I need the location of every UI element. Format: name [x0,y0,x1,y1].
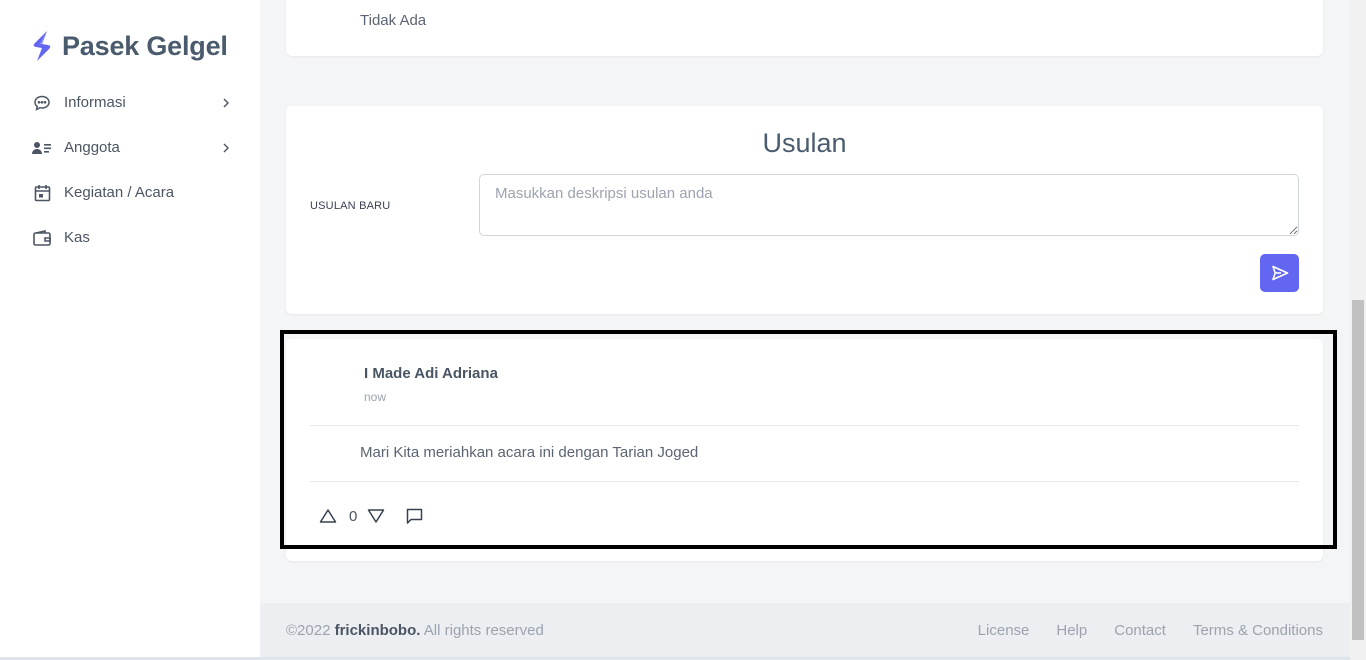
info-card: Tidak Ada [286,0,1323,56]
vote-count: 0 [349,507,358,525]
usulan-post-card: I Made Adi Adriana now Mari Kita meriahk… [286,339,1323,561]
wallet-icon [32,228,52,248]
divider [310,425,1299,426]
brand-logo-icon [33,31,51,61]
users-list-icon [32,138,52,158]
copyright-year: ©2022 [286,622,331,639]
divider [310,481,1299,482]
footer-link-help[interactable]: Help [1056,622,1087,639]
company-name: frickinbobo. [334,622,421,639]
send-usulan-button[interactable] [1260,254,1299,292]
sidebar-item-kegiatan[interactable]: Kegiatan / Acara [0,170,260,215]
chevron-right-icon [223,143,229,152]
post-timestamp: now [364,390,387,404]
sidebar-item-label: Kegiatan / Acara [64,184,175,201]
comment-icon [406,508,423,524]
sidebar-nav: Informasi Anggota Kegiatan / Acara Kas [0,80,260,260]
chat-bubble-icon [32,93,52,113]
empty-state-text: Tidak Ada [360,12,427,29]
triangle-up-icon [319,509,337,523]
main-content: Tidak Ada Usulan USULAN BARU I Made Adi … [260,0,1350,660]
post-author: I Made Adi Adriana [364,365,498,382]
brand[interactable]: Pasek Gelgel [30,28,228,64]
footer-links: License Help Contact Terms & Conditions [951,622,1323,639]
usulan-title: Usulan [762,128,847,158]
sidebar-item-label: Kas [64,229,90,246]
downvote-button[interactable] [367,507,385,525]
usulan-description-input[interactable] [479,174,1299,236]
footer-link-terms[interactable]: Terms & Conditions [1193,622,1323,639]
post-body: Mari Kita meriahkan acara ini dengan Tar… [360,444,699,461]
scrollbar-thumb[interactable] [1352,300,1364,640]
sidebar: Pasek Gelgel Informasi Anggota Kegiatan … [0,0,260,660]
calendar-icon [32,183,52,203]
triangle-down-icon [368,509,385,523]
sidebar-item-anggota[interactable]: Anggota [0,125,260,170]
send-icon [1271,265,1288,281]
sidebar-item-label: Informasi [64,94,126,111]
comment-button[interactable] [405,507,423,525]
footer: ©2022 frickinbobo. All rights reserved L… [260,603,1350,660]
sidebar-item-label: Anggota [64,139,120,156]
usulan-baru-label: USULAN BARU [310,200,391,212]
copyright-rights: All rights reserved [423,622,544,639]
copyright: ©2022 frickinbobo. All rights reserved [286,622,544,639]
sidebar-item-informasi[interactable]: Informasi [0,80,260,125]
chevron-right-icon [223,98,229,107]
sidebar-item-kas[interactable]: Kas [0,215,260,260]
upvote-button[interactable] [319,507,337,525]
brand-name: Pasek Gelgel [62,30,228,61]
footer-link-license[interactable]: License [978,622,1030,639]
usulan-card: Usulan USULAN BARU [286,106,1323,314]
post-actions: 0 [319,505,423,527]
footer-link-contact[interactable]: Contact [1114,622,1166,639]
